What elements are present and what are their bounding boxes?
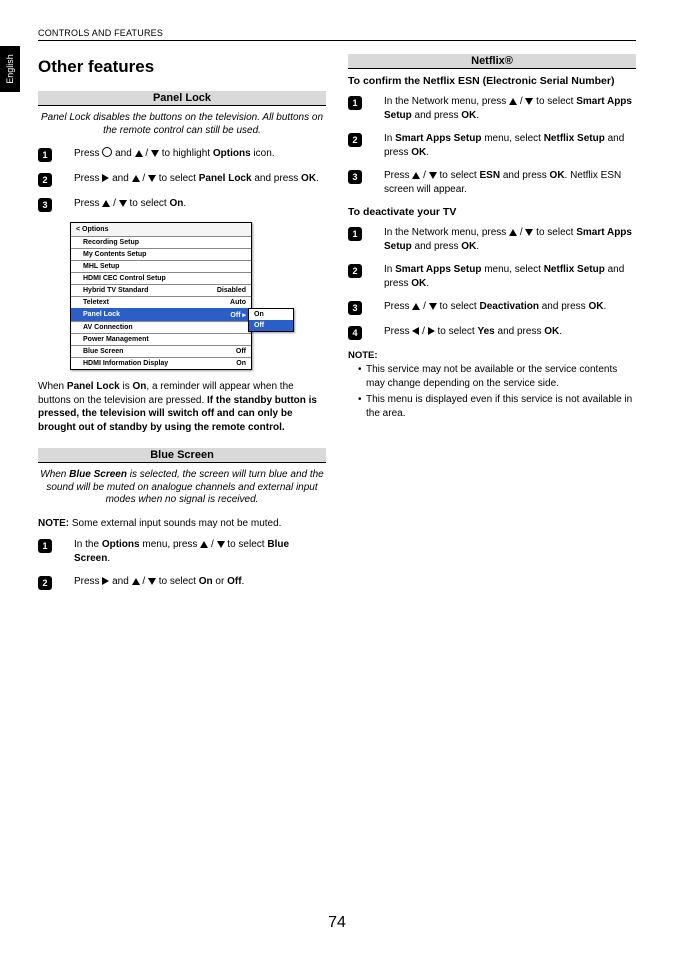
step-badge: 2 [38, 173, 52, 187]
section-heading-blue-screen: Blue Screen [38, 448, 326, 463]
options-menu-row: HDMI Information DisplayOn [71, 357, 251, 369]
left-column: Other features Panel Lock Panel Lock dis… [38, 49, 326, 600]
netflix-deact-step-4: 4 Press / to select Yes and press OK. [348, 325, 636, 340]
section-heading-netflix: Netflix® [348, 54, 636, 69]
step-badge: 2 [348, 133, 362, 147]
page-title: Other features [38, 57, 326, 77]
netflix-note-label: NOTE: [348, 350, 636, 361]
down-icon [429, 172, 437, 179]
blue-screen-intro: When Blue Screen is selected, the screen… [38, 469, 326, 507]
up-icon [135, 150, 143, 157]
options-menu-row: MHL Setup [71, 260, 251, 272]
step-badge: 1 [38, 148, 52, 162]
step-badge: 2 [348, 264, 362, 278]
gear-icon [102, 147, 112, 157]
netflix-deact-step-1: 1 In the Network menu, press / to select… [348, 226, 636, 253]
up-icon [412, 172, 420, 179]
page-number: 74 [0, 914, 674, 932]
down-icon [148, 578, 156, 585]
down-icon [429, 303, 437, 310]
up-icon [509, 98, 517, 105]
down-icon [148, 175, 156, 182]
down-icon [119, 200, 127, 207]
options-menu-row: TeletextAuto [71, 296, 251, 308]
page-header: CONTROLS AND FEATURES [38, 28, 636, 38]
step-badge: 1 [38, 539, 52, 553]
note-list-item: This service may not be available or the… [358, 363, 636, 390]
panel-lock-step-3: 3 Press / to select On. [38, 197, 326, 212]
step-badge: 3 [348, 170, 362, 184]
left-icon [412, 327, 419, 335]
netflix-esn-step-1: 1 In the Network menu, press / to select… [348, 95, 636, 122]
panel-lock-step-1: 1 Press and / to highlight Options icon. [38, 147, 326, 162]
note-list-item: This menu is displayed even if this serv… [358, 393, 636, 420]
submenu-off: Off [249, 320, 293, 331]
right-icon [428, 327, 435, 335]
options-menu-screenshot: < Options Recording SetupMy Contents Set… [70, 222, 285, 370]
options-menu-row: Panel LockOff ▸ [71, 308, 251, 321]
options-menu-row: Power Management [71, 333, 251, 345]
netflix-esn-subheading: To confirm the Netflix ESN (Electronic S… [348, 75, 636, 87]
up-icon [412, 303, 420, 310]
step-badge: 3 [348, 301, 362, 315]
netflix-deactivate-subheading: To deactivate your TV [348, 206, 636, 218]
panel-lock-step-2: 2 Press and / to select Panel Lock and p… [38, 172, 326, 187]
options-menu-row: Blue ScreenOff [71, 345, 251, 357]
down-icon [151, 150, 159, 157]
options-menu-row: HDMI CEC Control Setup [71, 272, 251, 284]
up-icon [132, 578, 140, 585]
up-icon [132, 175, 140, 182]
up-icon [102, 200, 110, 207]
options-menu-row: Recording Setup [71, 236, 251, 248]
up-icon [509, 229, 517, 236]
netflix-deact-step-2: 2 In Smart Apps Setup menu, select Netfl… [348, 263, 636, 290]
step-badge: 4 [348, 326, 362, 340]
up-icon [200, 541, 208, 548]
options-menu-row: My Contents Setup [71, 248, 251, 260]
netflix-deact-step-3: 3 Press / to select Deactivation and pre… [348, 300, 636, 315]
netflix-note-list: This service may not be available or the… [348, 363, 636, 420]
submenu-on: On [249, 309, 293, 320]
step-badge: 3 [38, 198, 52, 212]
blue-screen-note: NOTE: Some external input sounds may not… [38, 517, 326, 531]
header-divider [38, 40, 636, 41]
down-icon [217, 541, 225, 548]
section-heading-panel-lock: Panel Lock [38, 91, 326, 106]
netflix-esn-step-2: 2 In Smart Apps Setup menu, select Netfl… [348, 132, 636, 159]
right-column: Netflix® To confirm the Netflix ESN (Ele… [348, 49, 636, 600]
options-menu-title: < Options [71, 223, 251, 236]
step-badge: 2 [38, 576, 52, 590]
options-menu-row: Hybrid TV StandardDisabled [71, 284, 251, 296]
panel-lock-intro: Panel Lock disables the buttons on the t… [38, 112, 326, 137]
right-icon [102, 174, 109, 182]
blue-screen-step-1: 1 In the Options menu, press / to select… [38, 538, 326, 565]
language-tab: English [0, 46, 20, 92]
options-menu-row: AV Connection [71, 321, 251, 333]
netflix-esn-step-3: 3 Press / to select ESN and press OK. Ne… [348, 169, 636, 196]
panel-lock-after-text: When Panel Lock is On, a reminder will a… [38, 380, 326, 434]
step-badge: 1 [348, 96, 362, 110]
step-badge: 1 [348, 227, 362, 241]
options-submenu: On Off [248, 308, 294, 332]
blue-screen-step-2: 2 Press and / to select On or Off. [38, 575, 326, 590]
